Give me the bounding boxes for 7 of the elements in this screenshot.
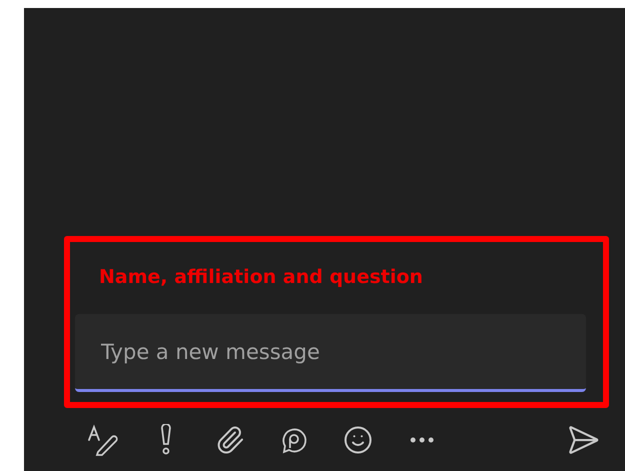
annotation-label: Name, affiliation and question <box>99 265 424 290</box>
message-input[interactable]: Type a new message <box>75 314 586 392</box>
emoji-icon <box>343 424 373 454</box>
exclamation-icon <box>159 424 173 456</box>
format-pen-icon <box>86 424 118 456</box>
paperclip-icon <box>215 424 245 454</box>
more-icon <box>410 436 434 442</box>
